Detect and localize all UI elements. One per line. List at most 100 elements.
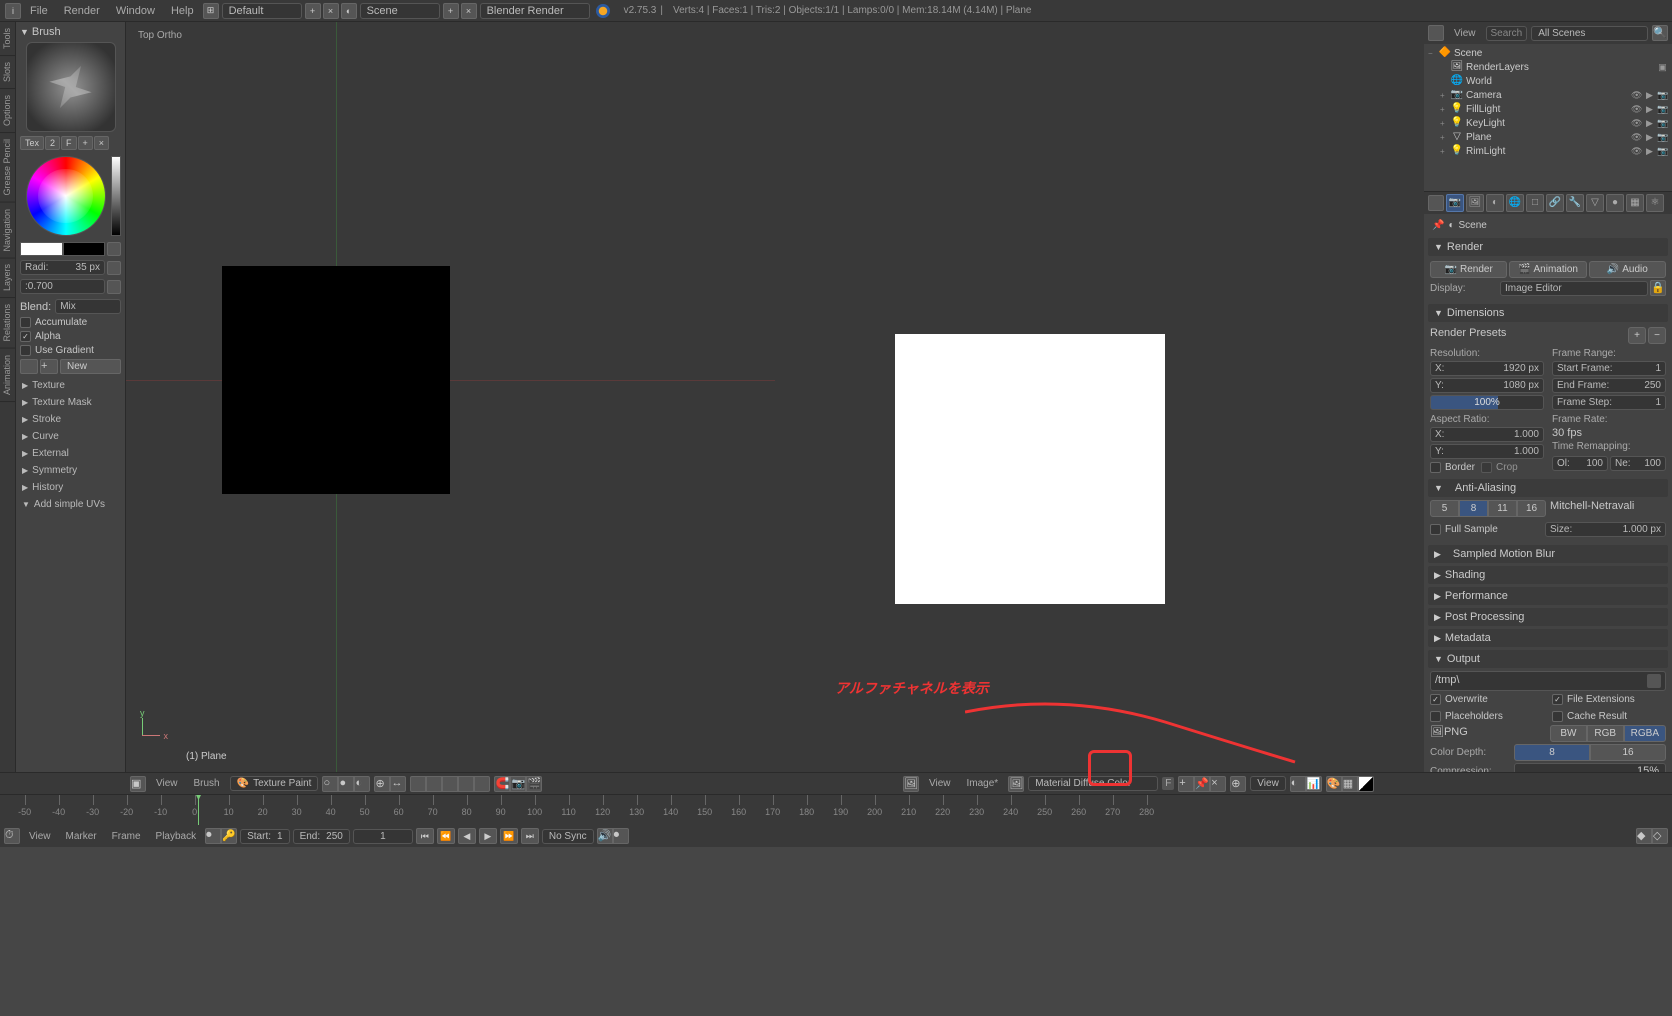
scene-icon[interactable]: ◐ xyxy=(341,3,357,19)
remap-new-field[interactable]: Ne:100 xyxy=(1610,456,1666,471)
cache-result-checkbox[interactable] xyxy=(1552,711,1563,722)
tab-relations[interactable]: Relations xyxy=(0,298,15,349)
display-select[interactable]: Image Editor xyxy=(1500,281,1648,296)
timeline-marker-menu[interactable]: Marker xyxy=(60,830,103,843)
res-y-field[interactable]: Y:1080 px xyxy=(1430,378,1544,393)
mode-select[interactable]: 🎨Texture Paint xyxy=(230,776,319,791)
3d-editor-icon[interactable]: ▣ xyxy=(130,776,146,792)
color-rgba[interactable]: RGBA xyxy=(1624,725,1666,742)
blend-mode-select[interactable]: Mix xyxy=(55,299,121,314)
color-rgb[interactable]: RGB xyxy=(1587,725,1624,742)
layer-4[interactable] xyxy=(458,776,474,792)
prev-keyframe-icon[interactable]: ⏪ xyxy=(437,828,455,844)
palette-add-icon[interactable]: + xyxy=(40,359,58,374)
motion-blur-panel[interactable]: Sampled Motion Blur xyxy=(1453,548,1555,560)
layer-3[interactable] xyxy=(442,776,458,792)
radius-pressure-icon[interactable] xyxy=(107,261,121,275)
section-stroke[interactable]: ▶Stroke xyxy=(20,411,121,428)
tab-tools[interactable]: Tools xyxy=(0,22,15,56)
play-icon[interactable]: ▶ xyxy=(479,828,497,844)
outliner-item-camera[interactable]: +📷Camera👁▶📷 xyxy=(1426,88,1670,102)
aa-8[interactable]: 8 xyxy=(1459,500,1488,517)
aa-panel-title[interactable]: Anti-Aliasing xyxy=(1455,482,1516,494)
prop-tab-render[interactable]: 📷 xyxy=(1446,194,1464,212)
outliner-view-menu[interactable]: View xyxy=(1448,27,1482,40)
image-view-menu[interactable]: View xyxy=(923,777,957,790)
primary-color[interactable] xyxy=(20,242,63,256)
layout-icon[interactable]: ⊞ xyxy=(203,3,219,19)
timeline-view-menu[interactable]: View xyxy=(23,830,57,843)
aa-filter-select[interactable]: Mitchell-Netravali xyxy=(1550,500,1666,517)
tex-label[interactable]: Tex xyxy=(20,136,44,150)
start-frame-field[interactable]: Start Frame:1 xyxy=(1552,361,1666,376)
overwrite-checkbox[interactable] xyxy=(1430,694,1441,705)
fps-select[interactable]: 30 fps xyxy=(1552,427,1666,439)
outliner-item-rimlight[interactable]: +💡RimLight👁▶📷 xyxy=(1426,144,1670,158)
section-texture[interactable]: ▶Texture xyxy=(20,377,121,394)
alpha-checkbox[interactable] xyxy=(20,331,31,342)
aa-5[interactable]: 5 xyxy=(1430,500,1459,517)
audio-button[interactable]: 🔊Audio xyxy=(1589,261,1666,278)
image-add-icon[interactable]: + xyxy=(1178,776,1194,792)
manipulator-icon[interactable]: ↔ xyxy=(390,776,406,792)
outliner-filter[interactable]: All Scenes xyxy=(1531,26,1648,41)
palette-color-icon[interactable] xyxy=(20,359,38,374)
compression-slider[interactable]: 15% xyxy=(1514,763,1666,772)
res-x-field[interactable]: X:1920 px xyxy=(1430,361,1544,376)
layout-del[interactable]: × xyxy=(323,3,339,19)
prop-tab-constraints[interactable]: 🔗 xyxy=(1546,194,1564,212)
outliner-item-renderlayers[interactable]: 🖼RenderLayers▣ xyxy=(1426,60,1670,74)
menu-help[interactable]: Help xyxy=(163,5,202,17)
section-external[interactable]: ▶External xyxy=(20,445,121,462)
pivot-icon[interactable]: ⊕ xyxy=(374,776,390,792)
timeline-frame-menu[interactable]: Frame xyxy=(106,830,147,843)
prop-tab-texture[interactable]: ▦ xyxy=(1626,194,1644,212)
res-pct-slider[interactable]: 100% xyxy=(1430,395,1544,410)
radius-field[interactable]: Radi:35 px xyxy=(20,260,105,275)
render-preview-icon[interactable]: 📷 xyxy=(510,776,526,792)
sync-mode-select[interactable]: No Sync xyxy=(542,829,594,844)
shading-wireframe-icon[interactable]: ○ xyxy=(322,776,338,792)
render-presets-select[interactable]: Render Presets xyxy=(1430,327,1626,344)
output-path-field[interactable]: /tmp\ xyxy=(1430,671,1666,691)
end-frame-field[interactable]: End Frame:250 xyxy=(1552,378,1666,393)
aspect-x-field[interactable]: X:1.000 xyxy=(1430,427,1544,442)
next-keyframe-icon[interactable]: ⏩ xyxy=(500,828,518,844)
render-engine-select[interactable]: Blender Render xyxy=(480,3,590,19)
aspect-y-field[interactable]: Y:1.000 xyxy=(1430,444,1544,459)
tab-options[interactable]: Options xyxy=(0,89,15,133)
image-editor-icon[interactable]: 🖼 xyxy=(903,776,919,792)
metadata-panel[interactable]: Metadata xyxy=(1445,632,1491,644)
use-gradient-checkbox[interactable] xyxy=(20,345,31,356)
prop-tab-scene[interactable]: ◐ xyxy=(1486,194,1504,212)
file-ext-checkbox[interactable] xyxy=(1552,694,1563,705)
outliner-item-scene[interactable]: −🔶Scene xyxy=(1426,46,1670,60)
image-editor-viewport[interactable]: アルファチャネルを表示 xyxy=(775,22,1424,772)
audio-scrub-icon[interactable]: ⏺ xyxy=(613,828,629,844)
image-mask-icon[interactable]: ◐ xyxy=(1290,776,1306,792)
outliner-item-filllight[interactable]: +💡FillLight👁▶📷 xyxy=(1426,102,1670,116)
snap-icon[interactable]: 🧲 xyxy=(494,776,510,792)
tex-fake-user[interactable]: F xyxy=(61,136,77,150)
image-unlink-icon[interactable]: × xyxy=(1210,776,1226,792)
prop-tab-data[interactable]: ▽ xyxy=(1586,194,1604,212)
post-processing-panel[interactable]: Post Processing xyxy=(1445,611,1524,623)
auto-keyframe-icon[interactable]: ⏺ xyxy=(205,828,221,844)
properties-editor-icon[interactable] xyxy=(1428,195,1444,211)
depth-16[interactable]: 16 xyxy=(1590,744,1666,761)
shading-solid-icon[interactable]: ● xyxy=(338,776,354,792)
info-editor-icon[interactable]: i xyxy=(5,3,21,19)
image-browse-icon[interactable]: 🖼 xyxy=(1008,776,1024,792)
outliner-item-plane[interactable]: +▽Plane👁▶📷 xyxy=(1426,130,1670,144)
preset-remove[interactable]: − xyxy=(1648,327,1666,344)
layer-1[interactable] xyxy=(410,776,426,792)
frame-step-field[interactable]: Frame Step:1 xyxy=(1552,395,1666,410)
section-history[interactable]: ▶History xyxy=(20,479,121,496)
scene-select[interactable]: Scene xyxy=(360,3,440,19)
tab-animation[interactable]: Animation xyxy=(0,349,15,402)
outliner-item-keylight[interactable]: +💡KeyLight👁▶📷 xyxy=(1426,116,1670,130)
color-bw[interactable]: BW xyxy=(1550,725,1587,742)
3d-view-menu[interactable]: View xyxy=(150,777,184,790)
dimensions-panel-title[interactable]: Dimensions xyxy=(1447,307,1504,319)
animation-record-icon[interactable]: 🎬 xyxy=(526,776,542,792)
